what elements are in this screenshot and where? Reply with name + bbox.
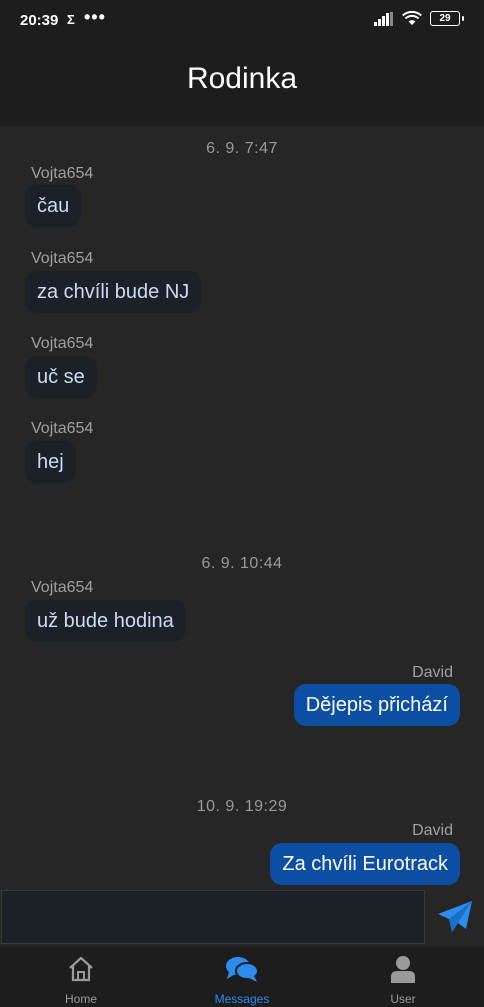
nav-home[interactable]: Home bbox=[21, 947, 141, 1007]
date-separator: 6. 9. 7:47 bbox=[206, 140, 278, 157]
user-icon bbox=[391, 956, 415, 983]
nav-messages-label: Messages bbox=[214, 992, 270, 1006]
send-button[interactable] bbox=[427, 890, 483, 944]
signal-icon bbox=[374, 11, 393, 26]
notification-sigma-icon: Σ bbox=[67, 12, 75, 27]
battery-icon: 29 bbox=[430, 11, 464, 26]
message-input[interactable] bbox=[1, 890, 425, 944]
message-sender: Vojta654 bbox=[31, 250, 94, 267]
more-notifications-icon: ••• bbox=[84, 7, 106, 27]
incoming-message[interactable]: za chvíli bude NJ bbox=[25, 271, 202, 313]
status-time: 20:39 bbox=[20, 12, 59, 29]
message-sender: Vojta654 bbox=[31, 420, 94, 437]
nav-home-label: Home bbox=[64, 992, 97, 1006]
incoming-message[interactable]: čau bbox=[25, 185, 82, 227]
incoming-message[interactable]: už bude hodina bbox=[25, 600, 186, 642]
nav-user-label: User bbox=[390, 992, 416, 1006]
nav-messages[interactable]: Messages bbox=[182, 947, 302, 1007]
outgoing-message[interactable]: Za chvíli Eurotrack bbox=[270, 843, 460, 885]
date-separator: 10. 9. 19:29 bbox=[196, 798, 288, 815]
message-sender: Vojta654 bbox=[31, 165, 94, 182]
chat-bubbles-icon bbox=[226, 957, 259, 982]
send-icon bbox=[438, 901, 472, 932]
status-bar: 20:39 Σ ••• 29 bbox=[0, 0, 484, 40]
incoming-message[interactable]: hej bbox=[25, 441, 76, 483]
nav-user[interactable]: User bbox=[343, 947, 463, 1007]
message-sender: David bbox=[412, 822, 453, 839]
compose-bar bbox=[0, 889, 484, 947]
message-list[interactable]: 6. 9. 7:47 Vojta654 čau Vojta654 za chví… bbox=[0, 126, 484, 889]
incoming-message[interactable]: uč se bbox=[25, 356, 97, 398]
message-sender: David bbox=[412, 664, 453, 681]
bottom-navigation: Home Messages User bbox=[0, 947, 484, 1007]
message-sender: Vojta654 bbox=[31, 335, 94, 352]
status-indicators: 29 bbox=[374, 11, 464, 26]
outgoing-message[interactable]: Dějepis přichází bbox=[293, 684, 460, 726]
chat-header: Rodinka bbox=[0, 40, 484, 126]
message-sender: Vojta654 bbox=[31, 579, 94, 596]
home-icon bbox=[69, 956, 93, 982]
date-separator: 6. 9. 10:44 bbox=[201, 555, 283, 572]
page-title: Rodinka bbox=[186, 62, 298, 95]
wifi-icon bbox=[402, 11, 422, 25]
